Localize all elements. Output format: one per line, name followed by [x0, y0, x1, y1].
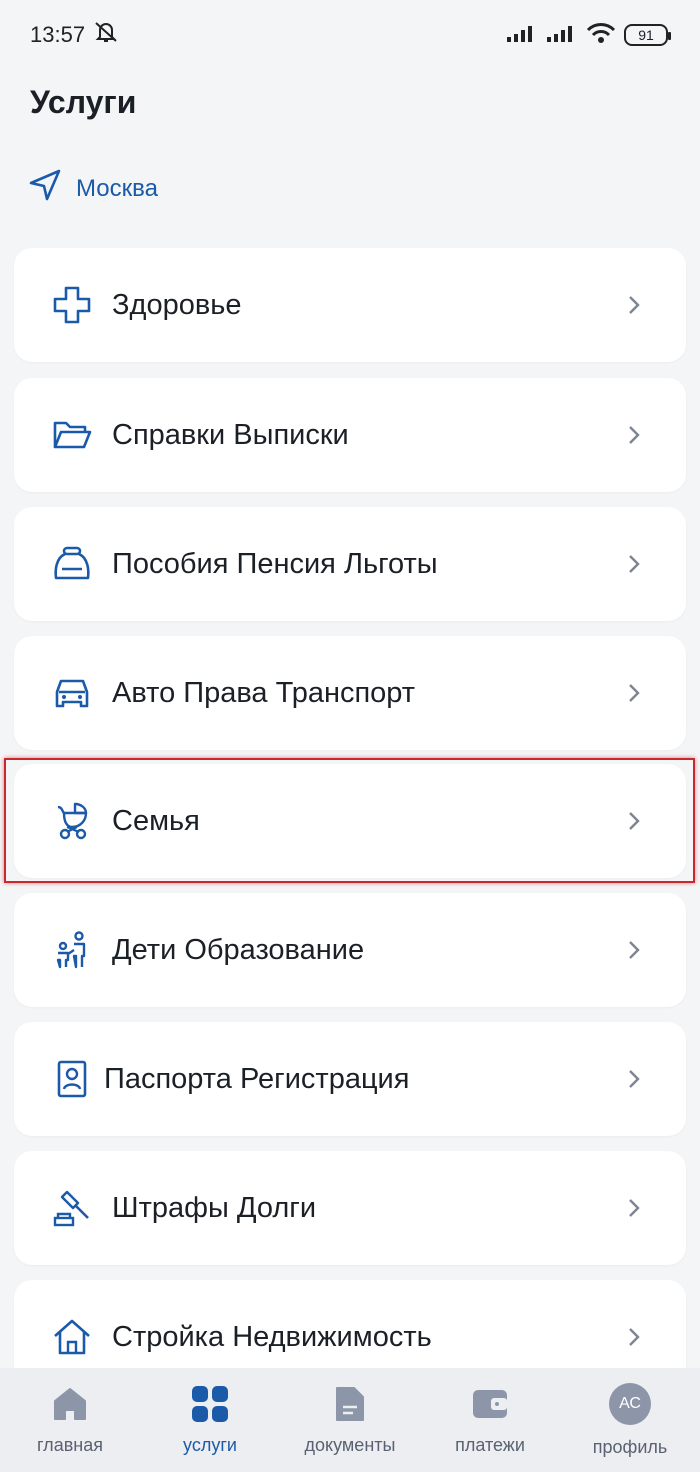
service-label: Авто Права Транспорт [112, 676, 416, 709]
nav-payments-label: платежи [455, 1434, 525, 1455]
nav-home[interactable]: главная [5, 1385, 135, 1456]
avatar: АС [609, 1382, 651, 1425]
service-label: Штрафы Долги [112, 1191, 317, 1224]
status-bar: 13:57 91 [0, 0, 700, 70]
nav-profile-label: профиль [592, 1436, 668, 1457]
chevron-right-icon [629, 1070, 640, 1088]
service-item-health[interactable]: Здоровье [14, 248, 686, 362]
chevron-right-icon [629, 684, 640, 702]
house-icon [52, 1317, 92, 1357]
service-item-auto[interactable]: Авто Права Транспорт [14, 636, 686, 750]
grid-icon [191, 1385, 229, 1423]
service-label: Стройка Недвижимость [112, 1320, 432, 1353]
service-label: Дети Образование [112, 933, 365, 966]
service-item-benefits[interactable]: Пособия Пенсия Льготы [14, 507, 686, 621]
nav-documents[interactable]: документы [285, 1385, 415, 1456]
nav-services-label: услуги [183, 1434, 237, 1455]
service-label: Пособия Пенсия Льготы [112, 547, 438, 580]
location-arrow-icon [28, 168, 62, 209]
wifi-icon [586, 22, 616, 49]
signal-icon [506, 23, 538, 48]
health-cross-icon [52, 285, 92, 325]
passport-icon [52, 1059, 92, 1099]
bottom-nav: главная услуги документы платежи АС проф… [0, 1368, 700, 1472]
nav-payments[interactable]: платежи [425, 1385, 555, 1456]
service-label: Здоровье [112, 288, 242, 321]
nav-services[interactable]: услуги [145, 1385, 275, 1456]
status-time: 13:57 [30, 22, 86, 47]
chevron-right-icon [629, 426, 640, 444]
service-item-passports[interactable]: Паспорта Регистрация [14, 1022, 686, 1136]
service-item-fines[interactable]: Штрафы Долги [14, 1151, 686, 1265]
nav-profile[interactable]: АС профиль [565, 1382, 695, 1458]
folder-icon [52, 415, 92, 455]
nav-home-label: главная [37, 1434, 103, 1455]
chevron-right-icon [629, 555, 640, 573]
page-title: Услуги [30, 84, 137, 120]
chevron-right-icon [629, 1199, 640, 1217]
document-icon [331, 1385, 369, 1423]
chevron-right-icon [629, 941, 640, 959]
home-icon [51, 1385, 89, 1423]
service-item-certificates[interactable]: Справки Выписки [14, 378, 686, 492]
muted-bell-icon [93, 20, 119, 50]
service-item-children[interactable]: Дети Образование [14, 893, 686, 1007]
car-icon [52, 673, 92, 713]
purse-icon [52, 544, 92, 584]
status-right: 91 [506, 22, 671, 49]
signal-icon-2 [546, 23, 578, 48]
service-label: Справки Выписки [112, 418, 349, 451]
service-label: Паспорта Регистрация [104, 1062, 410, 1095]
location-city: Москва [76, 174, 158, 202]
nav-documents-label: документы [304, 1434, 396, 1455]
highlight-frame [4, 758, 695, 883]
children-icon [52, 930, 92, 970]
location-selector[interactable]: Москва [28, 168, 158, 209]
status-left: 13:57 [30, 20, 119, 50]
battery-indicator: 91 [624, 24, 671, 46]
chevron-right-icon [629, 1328, 640, 1346]
chevron-right-icon [629, 296, 640, 314]
gavel-icon [52, 1188, 92, 1228]
wallet-icon [471, 1385, 509, 1423]
